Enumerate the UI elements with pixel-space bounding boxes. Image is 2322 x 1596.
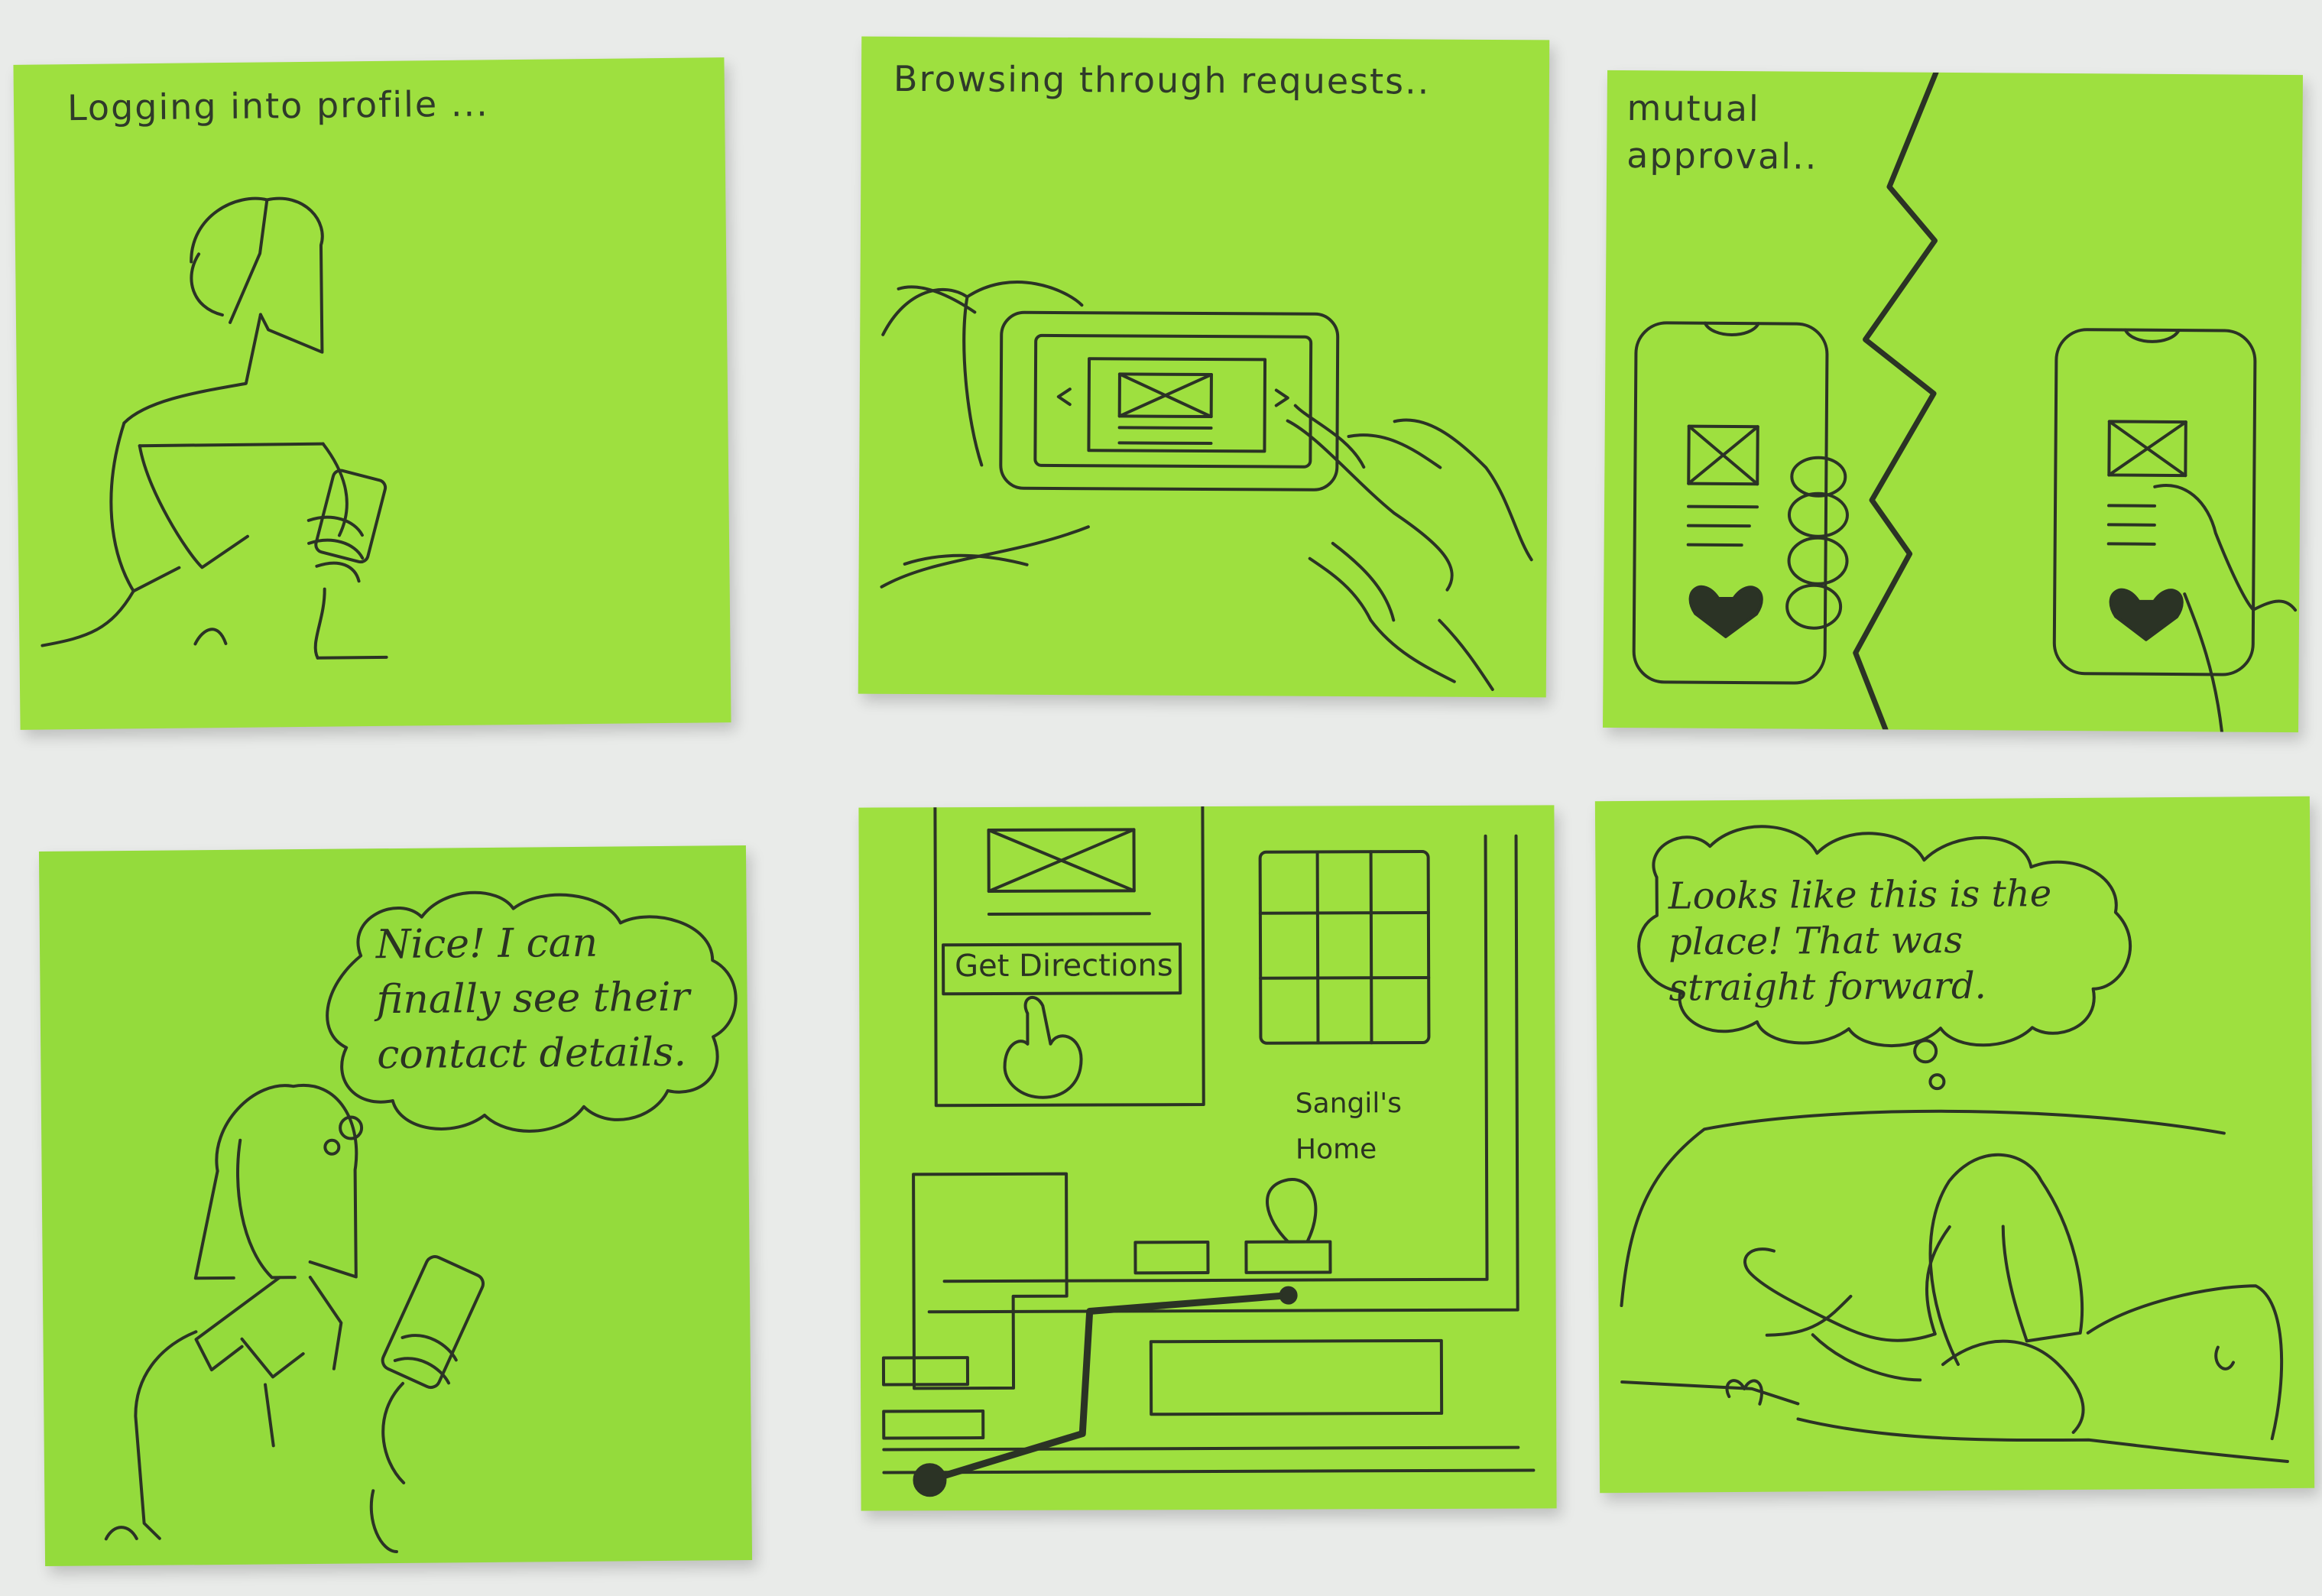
get-directions-button[interactable]: Get Directions xyxy=(955,948,1173,984)
storyboard-canvas: { "colors": { "note_green": "#9ee03f", "… xyxy=(0,0,2322,1596)
sticky-note-1: Logging into profile ... xyxy=(13,57,731,730)
map-destination-label: Sangil's Home xyxy=(1295,1088,1403,1166)
sticky-note-3: mutual approval.. xyxy=(1603,70,2303,733)
sticky-note-6: Looks like this is the place! That was s… xyxy=(1594,796,2315,1494)
sticky-note-4: Nice! I can finally see their contact de… xyxy=(38,845,753,1567)
sticky-note-5: Get Directions Sangil's Home xyxy=(858,805,1557,1511)
route-path xyxy=(913,1286,1298,1497)
two-phones-approval-sketch xyxy=(1632,70,2298,733)
person-with-phone-sketch xyxy=(41,196,388,660)
hands-holding-phone-sketch xyxy=(880,281,1533,691)
sticky-note-2: Browsing through requests.. xyxy=(858,36,1550,698)
person-driving-car-sketch xyxy=(1620,1109,2289,1463)
person-reading-phone-sketch xyxy=(104,1083,485,1554)
